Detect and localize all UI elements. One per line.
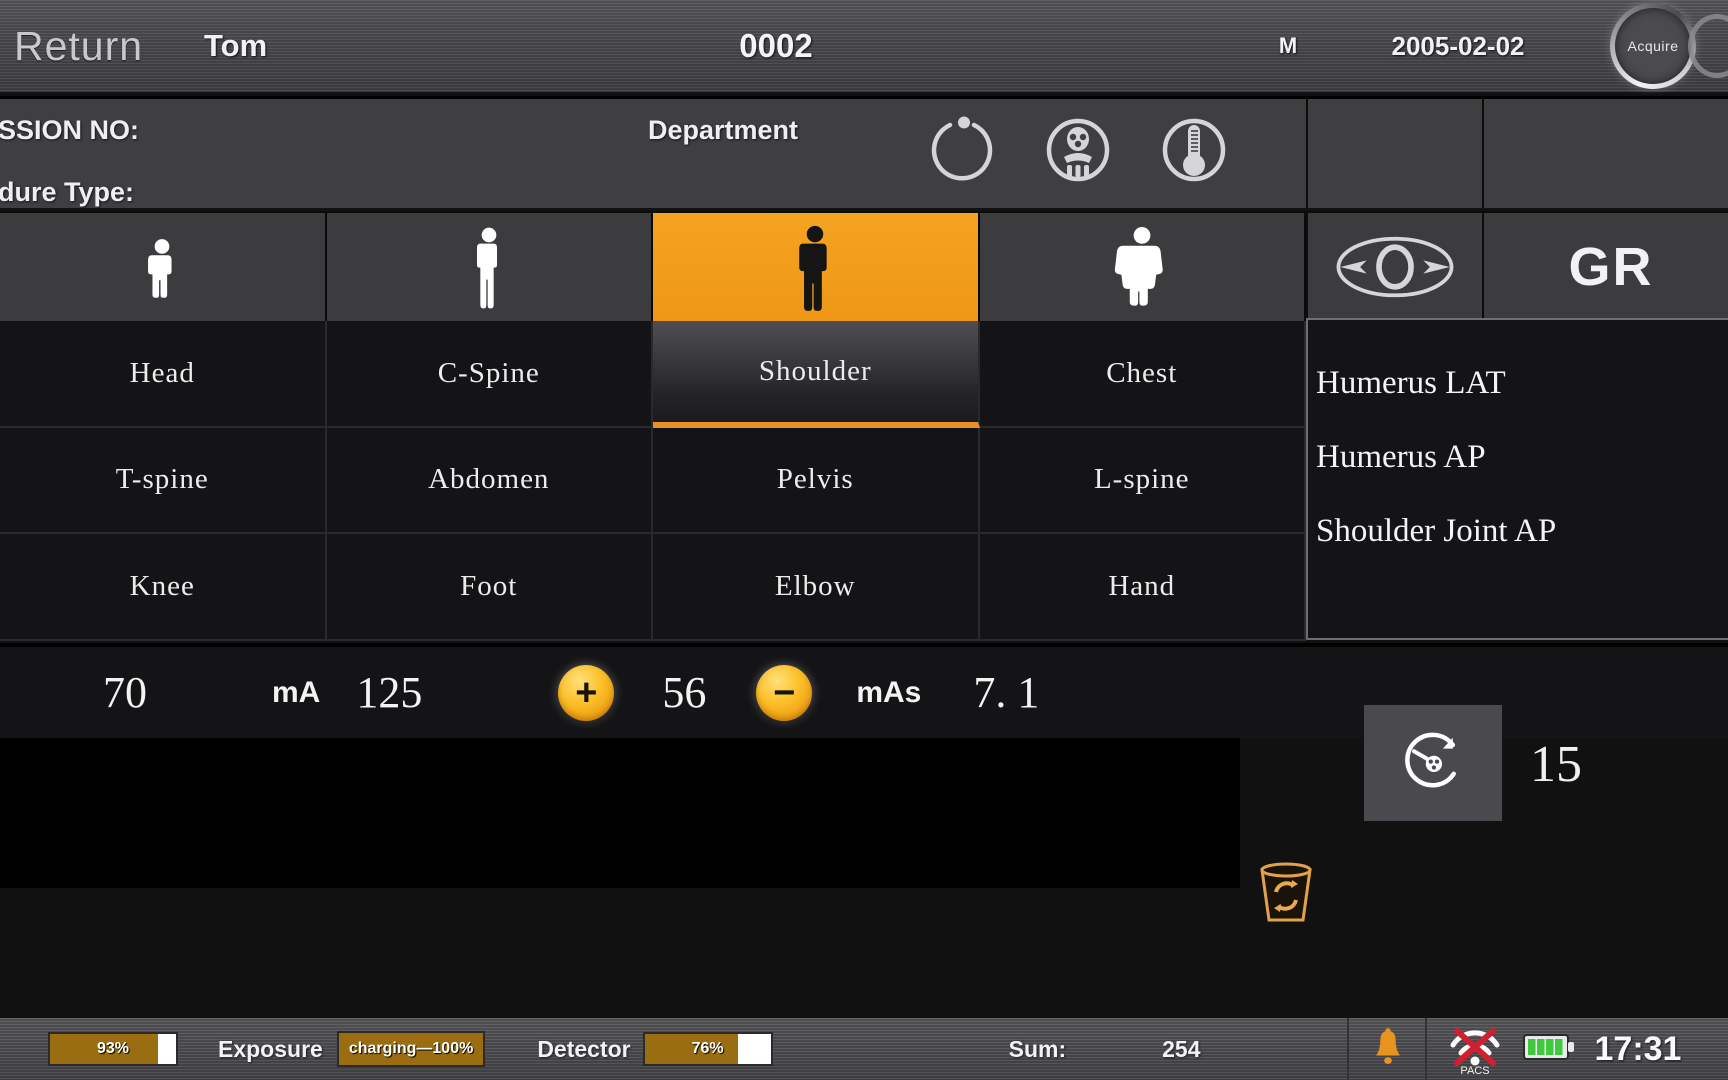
patient-birthdate: 2005-02-02: [1391, 30, 1525, 61]
mas-unit-label: mAs: [856, 675, 922, 709]
size-option-large-adult[interactable]: [979, 213, 1306, 321]
department-label: Department: [648, 115, 799, 145]
grid-mode-cell[interactable]: GR: [1482, 211, 1728, 321]
bell-icon[interactable]: [1371, 1027, 1405, 1072]
patient-name: Tom: [204, 28, 268, 63]
study-info-bar: SSION NO: dure Type: Department: [0, 96, 1306, 208]
detector-percent-label: 76%: [691, 1040, 724, 1057]
ma-value[interactable]: 125: [356, 667, 422, 718]
collimator-icon: [1336, 236, 1454, 298]
mas-value[interactable]: 7. 1: [973, 667, 1039, 718]
body-part-foot[interactable]: Foot: [326, 534, 653, 641]
body-part-shoulder[interactable]: Shoulder: [653, 321, 980, 428]
recycle-bin-icon[interactable]: [1258, 862, 1314, 924]
battery-progress-bar: 93%: [48, 1032, 178, 1066]
exposure-timer-button[interactable]: [1364, 705, 1502, 821]
detector-label: Detector: [537, 1035, 631, 1062]
acquire-button[interactable]: Acquire: [1610, 3, 1696, 89]
size-option-normal-adult[interactable]: [653, 213, 980, 321]
status-divider: [1346, 1018, 1349, 1080]
system-clock: 17:31: [1594, 1029, 1682, 1068]
exposure-counter-value: 15: [1530, 736, 1582, 793]
admission-no-label: SSION NO:: [0, 115, 140, 145]
body-part-knee[interactable]: Knee: [0, 534, 327, 641]
sum-label: Sum:: [1008, 1035, 1067, 1062]
body-part-grid: Head C-Spine Shoulder Chest T-spine Abdo…: [0, 321, 1306, 641]
header-cell-right[interactable]: [1482, 96, 1728, 208]
xray-console-screen: Return Tom 0002 M 2005-02-02 Acquire SSI…: [0, 0, 1728, 1080]
patient-sex: M: [1278, 33, 1298, 58]
pacs-label: PACS: [1460, 1065, 1489, 1075]
battery-percent-label: 93%: [96, 1040, 130, 1057]
body-part-pelvis[interactable]: Pelvis: [653, 427, 980, 535]
status-icon-group: [925, 113, 1231, 187]
body-part-chest[interactable]: Chest: [979, 321, 1306, 428]
patient-header-bar: Return Tom 0002 M 2005-02-02 Acquire: [0, 0, 1728, 92]
header-cell-left[interactable]: [1306, 96, 1482, 208]
grid-mode-label: GR: [1568, 237, 1654, 297]
body-part-tspine[interactable]: T-spine: [0, 427, 327, 535]
return-button[interactable]: Return: [14, 23, 204, 70]
exposure-status-badge: charging—100%: [336, 1031, 486, 1067]
radiation-person-icon[interactable]: [1041, 113, 1115, 187]
body-part-elbow[interactable]: Elbow: [653, 534, 980, 641]
ms-value[interactable]: 56: [662, 667, 706, 718]
battery-full-icon: [1522, 1033, 1575, 1066]
projection-dropdown: Humerus LAT Humerus AP Shoulder Joint AP: [1306, 318, 1728, 770]
dropdown-item-humerus-ap[interactable]: Humerus AP: [1316, 420, 1728, 494]
system-status-bar: 93% Exposure charging—100% Detector 76% …: [0, 1018, 1728, 1080]
body-part-abdomen[interactable]: Abdomen: [326, 427, 653, 535]
status-divider-2: [1424, 1018, 1427, 1080]
kv-value[interactable]: 70: [70, 667, 180, 718]
body-part-head[interactable]: Head: [0, 321, 327, 428]
collimator-cell[interactable]: [1306, 211, 1482, 321]
patient-id: 0002: [739, 27, 813, 64]
body-part-cspine[interactable]: C-Spine: [326, 321, 653, 428]
exposure-label: Exposure: [218, 1035, 323, 1062]
increase-button[interactable]: +: [558, 664, 615, 721]
ma-unit-label: mA: [272, 675, 321, 709]
body-part-hand[interactable]: Hand: [979, 534, 1306, 641]
patient-size-selector: [0, 211, 1306, 321]
procedure-type-label: dure Type:: [0, 177, 135, 207]
dropdown-item-humerus-lat[interactable]: Humerus LAT: [1316, 346, 1728, 420]
size-option-child[interactable]: [0, 213, 327, 321]
pacs-disconnected-icon[interactable]: PACS: [1445, 1023, 1505, 1077]
radiation-timer-icon: [1405, 732, 1456, 788]
thermometer-icon[interactable]: [1157, 113, 1231, 187]
power-standby-icon[interactable]: [925, 113, 999, 187]
detector-progress-bar: 76%: [642, 1032, 773, 1066]
body-part-lspine[interactable]: L-spine: [979, 427, 1306, 535]
dropdown-item-shoulder-joint-ap[interactable]: Shoulder Joint AP: [1316, 494, 1728, 568]
sum-value: 254: [1162, 1035, 1201, 1062]
image-preview-area[interactable]: [0, 738, 1240, 888]
size-option-thin-adult[interactable]: [326, 213, 653, 321]
decrease-button[interactable]: −: [756, 664, 813, 721]
